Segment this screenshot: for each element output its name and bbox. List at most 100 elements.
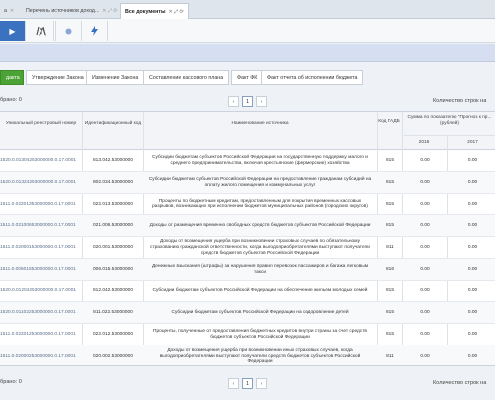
- value-2017-cell: 0.00: [467, 245, 478, 250]
- value-2017-cell: 0.00: [467, 310, 478, 316]
- close-icon[interactable]: ✕: [10, 8, 14, 14]
- gadb-cell: 815: [385, 179, 394, 185]
- col-source-name[interactable]: Наименование источника: [145, 121, 375, 127]
- reg-num-cell: 1520.0.01324253000000.0.17.0001: [0, 179, 77, 185]
- gadb-cell: 815: [385, 310, 394, 316]
- table-row[interactable]: 1520.0.01102253000000.0.17.0001 811.022.5…: [0, 301, 495, 324]
- ident-code-cell: 022.012.53000000: [92, 331, 133, 337]
- gadb-cell: 815: [385, 288, 394, 294]
- rows-per-page-label-bottom: Количество строк на: [433, 380, 487, 386]
- value-2016-cell: 0.00: [420, 288, 430, 294]
- value-2017-cell: 0.00: [467, 179, 478, 185]
- reg-num-cell: 1511.0.02000253000000.0.17.0001: [0, 353, 76, 359]
- table-row[interactable]: 1511.0.00601553000000.0.17.0001 006.015.5…: [0, 258, 495, 281]
- bolt-icon: [91, 26, 98, 36]
- table-row[interactable]: 1520.0.01324253000000.0.17.0001 802.034.5…: [0, 171, 495, 194]
- close-icon[interactable]: ✕ ⤢ ⟳: [169, 9, 184, 15]
- reg-num-cell: 1520.0.01102253000000.0.17.0001: [0, 310, 76, 316]
- tab-first[interactable]: а ✕: [0, 3, 18, 19]
- source-name-cell: Субсидии бюджетам субъектов Российской Ф…: [148, 177, 372, 188]
- stage-tab-law-approval[interactable]: Утверждение Закона: [26, 70, 90, 85]
- reg-num-cell: 1511.0.02201353000000.0.17.0001: [0, 201, 76, 207]
- col-ident-code[interactable]: Идентификационный код: [84, 121, 142, 127]
- tab-all-documents[interactable]: Все документы ✕ ⤢ ⟳: [120, 3, 189, 19]
- table-row[interactable]: 1511.0.02100653000000.0.17.0001 021.006.5…: [0, 215, 495, 238]
- stage-tab-cash-plan[interactable]: Составление кассового плана: [143, 70, 230, 85]
- source-name-cell: Денежные взыскания (штрафы) за нарушения…: [151, 263, 368, 275]
- value-2017-cell: 0.00: [467, 288, 478, 294]
- selected-count: брано: 0: [0, 97, 22, 103]
- prev-page-button[interactable]: ‹: [228, 378, 239, 389]
- table-row[interactable]: 1520.0.01204253000000.0.17.0001 812.042.5…: [0, 280, 495, 303]
- source-name-cell: Доходы от возмещения ущерба при возникно…: [159, 347, 361, 365]
- value-2017-cell: 0.00: [467, 353, 478, 359]
- ident-code-cell: 811.022.53000000: [93, 310, 133, 316]
- ident-code-cell: 020.002.53000000: [92, 353, 133, 359]
- close-icon[interactable]: ✕ ⤢ ⟳: [102, 8, 117, 14]
- reg-num-cell: 1511.0.02201253000000.0.17.0001: [0, 331, 76, 337]
- pager-top: ‹ 1 ›: [228, 96, 267, 107]
- source-name-cell: Субсидии бюджетам субъектов Российской Ф…: [152, 288, 368, 294]
- ident-code-cell: 802.034.53000000: [92, 179, 133, 185]
- col-gadb[interactable]: Код ГАДБ: [378, 119, 400, 125]
- gadb-cell: 815: [385, 223, 394, 229]
- filter-strip: [0, 44, 495, 62]
- table-row[interactable]: 1511.0.02000153000000.0.17.0001 020.001.5…: [0, 237, 495, 259]
- documents-table: Уникальный реестровый номер Идентификаци…: [0, 111, 495, 366]
- source-name-cell: Проценты, полученные от предоставления б…: [153, 329, 367, 340]
- gadb-cell: 815: [385, 158, 394, 164]
- header-divider: [404, 135, 495, 136]
- stage-tab-fact-report[interactable]: Факт отчета об исполнении бюджета: [261, 70, 364, 85]
- gadb-cell: 811: [386, 245, 394, 250]
- reg-num-cell: 1520.0.01204253000000.0.17.0001: [0, 288, 77, 294]
- page-number[interactable]: 1: [242, 378, 253, 389]
- value-2016-cell: 0.00: [420, 245, 430, 250]
- col-forecast-sum[interactable]: Сумма по показателю "Прогноз к пр... (ру…: [404, 115, 495, 126]
- table-row[interactable]: 1511.0.02201353000000.0.17.0001 022.013.5…: [0, 193, 495, 216]
- circle-icon: [65, 28, 72, 34]
- tab-income-sources-list[interactable]: Перечень источников доход... ✕ ⤢ ⟳: [22, 3, 121, 19]
- value-2017-cell: 0.00: [467, 223, 478, 229]
- reg-num-cell: 1520.0.01304253000000.0.17.0001: [0, 158, 77, 164]
- value-2016-cell: 0.00: [420, 201, 430, 207]
- reg-num-cell: 1511.0.00601553000000.0.17.0001: [0, 266, 76, 272]
- value-2016-cell: 0.00: [420, 331, 430, 337]
- road-button[interactable]: [28, 21, 54, 41]
- value-2016-cell: 0.00: [420, 179, 430, 185]
- reg-num-cell: 1511.0.02000153000000.0.17.0001: [0, 245, 76, 250]
- reg-num-cell: 1511.0.02100653000000.0.17.0001: [0, 223, 76, 229]
- source-name-cell: Доходы от размещения временно свободных …: [149, 223, 371, 229]
- play-icon[interactable]: ▶: [0, 21, 26, 41]
- stage-tab-fact-fk[interactable]: Факт ФК: [231, 70, 264, 85]
- page-number[interactable]: 1: [242, 96, 253, 107]
- bolt-button[interactable]: [82, 21, 108, 41]
- value-2017-cell: 0.00: [467, 266, 478, 272]
- table-footer: брано: 0 ‹ 1 › Количество строк на: [0, 366, 495, 400]
- tab-label: Все документы: [125, 8, 166, 15]
- stage-tab-edit[interactable]: дакта: [0, 70, 24, 85]
- value-2016-cell: 0.00: [420, 310, 430, 316]
- source-name-cell: Доходы от возмещения ущерба при возникно…: [150, 239, 370, 256]
- ident-code-cell: 022.013.53000000: [92, 201, 133, 207]
- ident-code-cell: 006.015.53000000: [92, 266, 133, 272]
- col-reg-num[interactable]: Уникальный реестровый номер: [0, 121, 82, 127]
- source-name-cell: Субсидии бюджетам субъектов Российской Ф…: [171, 310, 349, 316]
- ident-code-cell: 020.001.53000000: [92, 245, 133, 250]
- value-2017-cell: 0.00: [467, 201, 478, 207]
- table-row[interactable]: 1520.0.01304253000000.0.17.0001 813.042.5…: [0, 150, 495, 172]
- next-page-button[interactable]: ›: [256, 378, 267, 389]
- col-year-2016[interactable]: 2016: [404, 140, 444, 146]
- prev-page-button[interactable]: ‹: [228, 96, 239, 107]
- value-2017-cell: 0.00: [467, 331, 478, 337]
- source-name-cell: Проценты по бюджетным кредитам, предоста…: [152, 198, 368, 210]
- stage-tab-law-change[interactable]: Изменение Закона: [86, 70, 145, 85]
- ident-code-cell: 021.006.53000000: [92, 223, 133, 229]
- circle-button[interactable]: [56, 21, 82, 41]
- pager-bottom: ‹ 1 ›: [228, 378, 267, 389]
- rows-per-page-label: Количество строк на: [433, 98, 487, 104]
- col-year-2017[interactable]: 2017: [450, 140, 495, 146]
- table-row[interactable]: 1511.0.02000253000000.0.17.0001 020.002.5…: [0, 345, 495, 365]
- table-row[interactable]: 1511.0.02201253000000.0.17.0001 022.012.5…: [0, 324, 495, 346]
- next-page-button[interactable]: ›: [256, 96, 267, 107]
- value-2017-cell: 0.00: [467, 158, 478, 164]
